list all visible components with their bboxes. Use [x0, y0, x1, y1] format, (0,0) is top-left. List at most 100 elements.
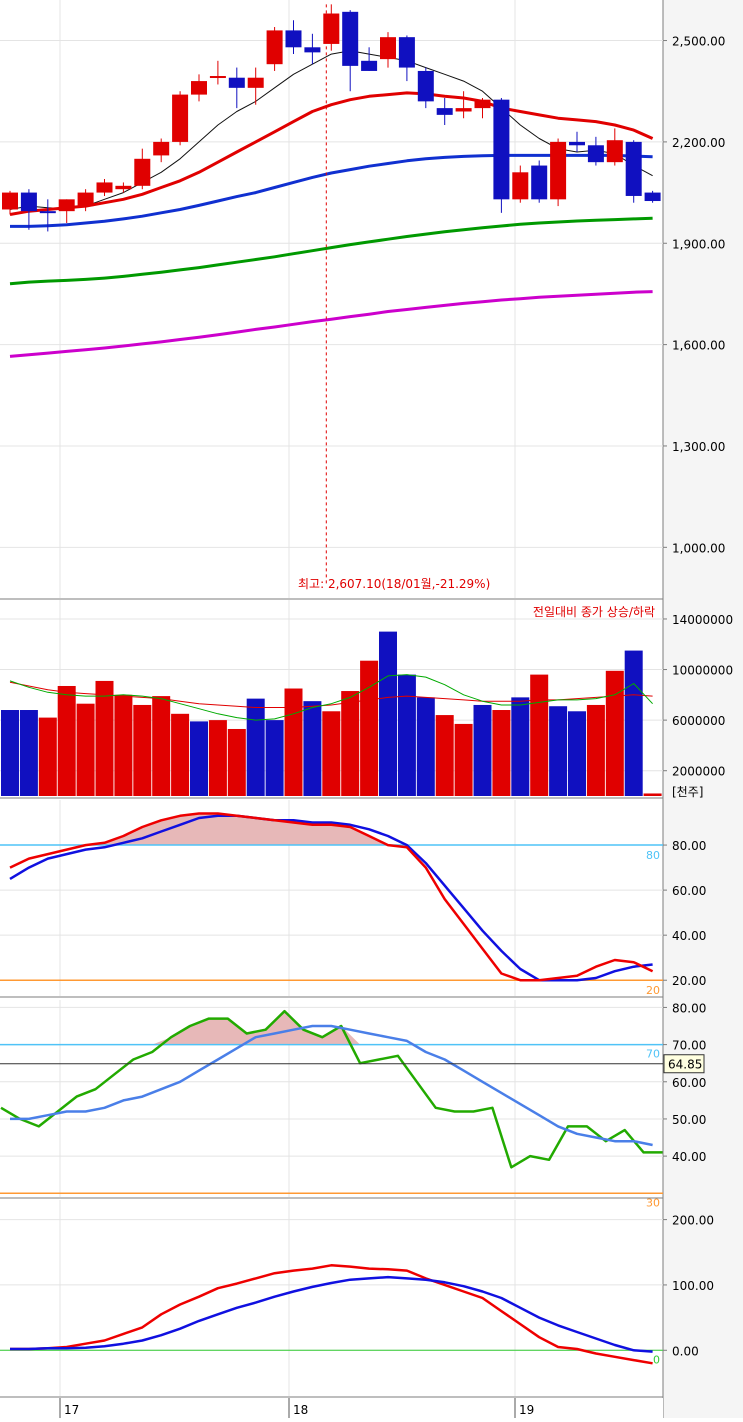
volume-bar	[57, 685, 76, 796]
rsi-tick-label: 40.00	[672, 1150, 706, 1164]
volume-bar	[190, 721, 208, 796]
macd-tick-label: 100.00	[672, 1279, 714, 1293]
price-panel: 1,000.00 1,300.00 1,600.00 1,900.00 2,200.00…	[0, 0, 725, 600]
volume-tick-label: 6000000	[672, 714, 725, 728]
volume-bar	[152, 696, 171, 796]
volume-bar	[265, 720, 284, 796]
volume-legend: 전일대비 종가 상승/하락	[533, 605, 655, 619]
volume-bar	[227, 728, 246, 796]
volume-bar	[171, 713, 190, 796]
price-tick-label: 1,300.00	[672, 440, 725, 454]
rsi-tick-label: 50.00	[672, 1113, 706, 1127]
volume-bar	[397, 674, 416, 796]
macd-line	[10, 1264, 653, 1365]
macd-tick-label: 200.00	[672, 1214, 714, 1228]
price-tick-label: 1,000.00	[672, 541, 725, 555]
rsi-tick-label: 70.00	[672, 1039, 706, 1053]
volume-bar	[643, 793, 662, 796]
macd-tick-label: 0.00	[672, 1344, 699, 1358]
volume-bar	[586, 704, 605, 796]
rsi-reference-label: 70	[646, 1048, 660, 1061]
time-axis-label: 18	[293, 1403, 308, 1417]
volume-bar	[492, 710, 511, 796]
stochastic-tick-label: 80.00	[672, 839, 706, 853]
rsi-tick-label: 60.00	[672, 1076, 706, 1090]
candle-body	[247, 77, 264, 88]
volume-bar	[454, 723, 473, 796]
candle-body	[380, 37, 396, 60]
stochastic-tick-label: 60.00	[672, 884, 706, 898]
stochastic-panel: 20.00 40.00 60.00 80.00 80 20	[0, 800, 706, 998]
time-axis-background	[0, 1398, 663, 1418]
volume-bar	[624, 650, 643, 796]
volume-bar	[133, 704, 152, 796]
stochastic-reference-label: 20	[646, 984, 660, 997]
candle-body	[417, 70, 434, 102]
candle-body	[323, 13, 340, 44]
candle-body	[361, 60, 378, 71]
time-axis-label: 19	[519, 1403, 534, 1417]
axis-strip	[663, 0, 743, 1418]
candle-body	[228, 77, 245, 88]
candle-body	[20, 192, 37, 212]
price-tick-label: 2,200.00	[672, 136, 725, 150]
volume-bar	[473, 704, 492, 796]
candle-body	[39, 211, 56, 214]
candle-body	[550, 141, 567, 200]
candle-body	[625, 141, 642, 196]
candle-body	[569, 141, 585, 146]
candle-body	[436, 108, 453, 115]
stock-chart: 1,000.00 1,300.00 1,600.00 1,900.00 2,200.00…	[0, 0, 743, 1418]
high-annotation-label: 최고: 2,607.10(18/01월,-21.29%)	[298, 577, 490, 591]
price-moving-average-line	[9, 290, 653, 358]
volume-bar	[416, 697, 435, 796]
candle-body	[493, 99, 510, 200]
candle-body	[644, 192, 661, 202]
volume-bar	[341, 691, 360, 796]
candle-body	[77, 192, 94, 207]
candle-body	[531, 165, 548, 200]
volume-bar	[549, 706, 568, 796]
time-axis-label: 17	[64, 1403, 79, 1417]
macd-panel: 0.00 100.00 200.00 0	[0, 1200, 714, 1398]
volume-bar	[435, 715, 454, 796]
stochastic-tick-label: 40.00	[672, 929, 706, 943]
candle-body	[512, 172, 529, 200]
volume-bar	[303, 701, 322, 796]
volume-bar	[246, 698, 265, 796]
stochastic-reference-label: 80	[646, 849, 660, 862]
candle-body	[587, 145, 604, 163]
stochastic-overbought-fill	[10, 813, 653, 846]
volume-tick-label: 10000000	[672, 664, 733, 678]
rsi-tick-label: 80.00	[672, 1001, 706, 1015]
volume-bar	[379, 631, 397, 796]
candle-body	[285, 30, 302, 48]
volume-bar	[19, 710, 38, 796]
volume-unit-label: [천주]	[672, 784, 703, 799]
price-tick-label: 2,500.00	[672, 35, 725, 49]
time-axis: 17 18 19	[0, 1398, 663, 1418]
volume-bar	[605, 670, 624, 796]
stochastic-tick-label: 20.00	[672, 974, 706, 988]
volume-bar	[208, 720, 227, 796]
chart-svg: 1,000.00 1,300.00 1,600.00 1,900.00 2,200.00…	[0, 0, 743, 1418]
candle-body	[172, 94, 189, 142]
rsi-overbought-fill	[1, 1011, 663, 1045]
candle-body	[266, 30, 283, 65]
volume-bar	[38, 717, 57, 796]
volume-bar	[530, 674, 549, 796]
candle-body	[58, 199, 75, 212]
volume-panel: 2000000 6000000 10000000 14000000 전일대비 종가 상승…	[0, 600, 733, 799]
price-tick-label: 1,900.00	[672, 237, 725, 251]
candle-body	[153, 141, 170, 156]
volume-bar	[114, 694, 133, 796]
candle-body	[606, 140, 623, 163]
volume-bar	[568, 711, 586, 796]
rsi-current-value-label: 64.85	[668, 1058, 702, 1072]
volume-bar	[284, 688, 303, 796]
volume-bar	[322, 711, 341, 796]
volume-tick-label: 2000000	[672, 765, 725, 779]
candle-body	[342, 11, 359, 66]
candle-body	[115, 185, 132, 190]
volume-bar	[76, 703, 95, 796]
